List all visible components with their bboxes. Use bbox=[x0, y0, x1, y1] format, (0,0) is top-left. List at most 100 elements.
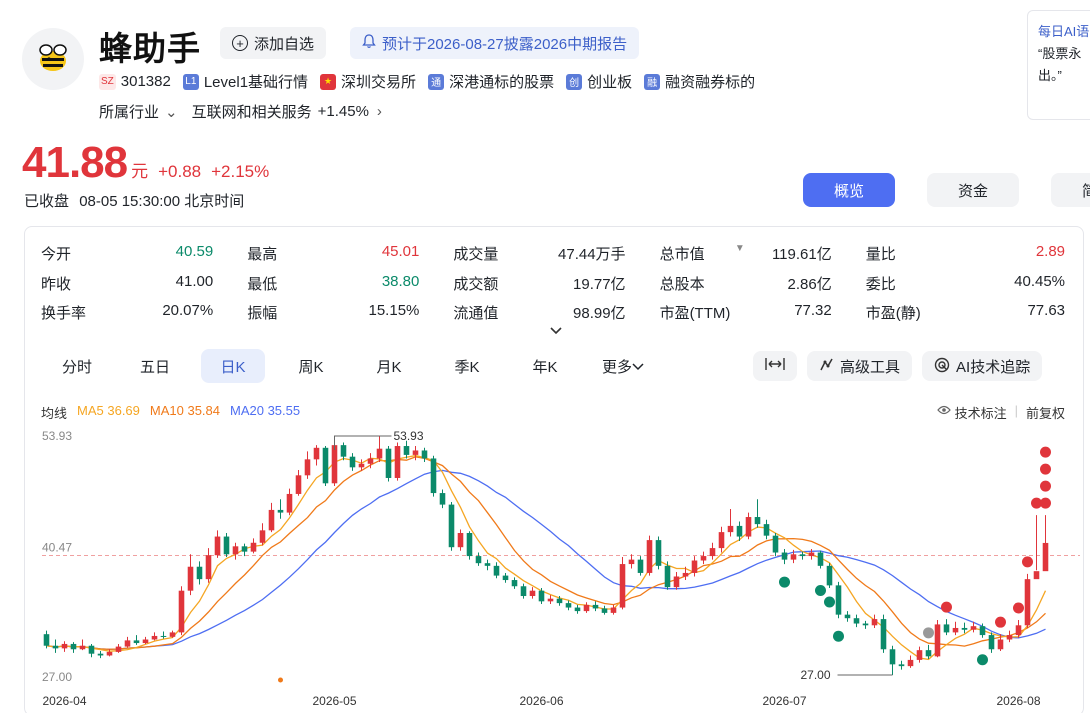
candle bbox=[583, 602, 590, 613]
candle-body bbox=[916, 650, 923, 660]
candle bbox=[1015, 619, 1022, 638]
candle bbox=[817, 550, 824, 569]
candle bbox=[277, 499, 284, 519]
candle-body bbox=[844, 614, 851, 619]
candle-body bbox=[754, 517, 761, 525]
candle-body bbox=[268, 509, 275, 531]
candle-body bbox=[691, 560, 698, 573]
candle-body bbox=[394, 446, 401, 478]
candle bbox=[592, 601, 599, 612]
candle-body bbox=[736, 525, 743, 537]
candle bbox=[727, 509, 734, 537]
signal-dot bbox=[1040, 497, 1051, 509]
candle bbox=[115, 643, 122, 653]
candle bbox=[1024, 573, 1031, 628]
candle bbox=[466, 531, 473, 560]
candle bbox=[700, 551, 707, 565]
candle-body bbox=[538, 590, 545, 602]
candle-body bbox=[988, 635, 995, 650]
candle-body bbox=[187, 566, 194, 591]
candle bbox=[97, 651, 104, 659]
candle bbox=[835, 581, 842, 619]
candle-body bbox=[367, 458, 374, 464]
candle bbox=[844, 611, 851, 622]
candle-body bbox=[871, 619, 878, 626]
x-tick-label: 2026-08 bbox=[996, 694, 1040, 708]
candle-body bbox=[763, 524, 770, 536]
candle bbox=[124, 636, 131, 648]
y-tick-label: 53.93 bbox=[42, 429, 72, 443]
candle bbox=[1042, 515, 1049, 572]
candle-body bbox=[619, 564, 626, 608]
candle-body bbox=[979, 626, 986, 636]
candle-body bbox=[214, 536, 221, 556]
candle bbox=[916, 646, 923, 663]
candle bbox=[223, 533, 230, 557]
candle bbox=[754, 499, 761, 528]
candle-body bbox=[1006, 635, 1013, 640]
candle-body bbox=[1033, 571, 1040, 580]
candle bbox=[457, 529, 464, 551]
high-price-label: 53.93 bbox=[394, 429, 424, 443]
candle-body bbox=[943, 624, 950, 633]
candle-body bbox=[232, 546, 239, 555]
candle bbox=[70, 642, 77, 653]
signal-dot bbox=[815, 585, 826, 597]
candle bbox=[718, 526, 725, 553]
candle bbox=[709, 542, 716, 560]
candle-body bbox=[70, 643, 77, 650]
candle bbox=[52, 639, 59, 653]
candle bbox=[889, 645, 896, 675]
candle-body bbox=[682, 572, 689, 577]
candle-body bbox=[664, 565, 671, 588]
candle bbox=[493, 562, 500, 579]
candle bbox=[475, 552, 482, 566]
signal-dot bbox=[941, 601, 952, 613]
candle bbox=[574, 604, 581, 614]
candle-body bbox=[898, 664, 905, 667]
candle-body bbox=[502, 575, 509, 581]
candle-body bbox=[808, 552, 815, 557]
signal-dot bbox=[1040, 480, 1051, 492]
candle bbox=[961, 622, 968, 634]
candle-body bbox=[574, 607, 581, 612]
candle bbox=[745, 512, 752, 540]
candle-body bbox=[628, 559, 635, 565]
candle-body bbox=[997, 639, 1004, 650]
candle bbox=[601, 605, 608, 615]
candle bbox=[205, 548, 212, 583]
candle bbox=[1006, 630, 1013, 643]
signal-dot bbox=[977, 654, 988, 666]
candle bbox=[313, 445, 320, 466]
candle-body bbox=[907, 659, 914, 667]
candle bbox=[394, 442, 401, 481]
candle bbox=[79, 639, 86, 651]
candle bbox=[349, 453, 356, 471]
candle-body bbox=[376, 448, 383, 459]
candle bbox=[295, 469, 302, 496]
candle-body bbox=[880, 619, 887, 650]
candle bbox=[547, 595, 554, 605]
candle-body bbox=[718, 532, 725, 549]
candle bbox=[268, 502, 275, 533]
candle bbox=[385, 446, 392, 482]
candle bbox=[133, 635, 140, 645]
candle bbox=[250, 538, 257, 554]
candle bbox=[898, 660, 905, 670]
candle-body bbox=[457, 533, 464, 548]
candle-body bbox=[295, 475, 302, 494]
candle bbox=[430, 455, 437, 497]
candle-body bbox=[970, 626, 977, 630]
candle-body bbox=[313, 447, 320, 460]
candle bbox=[484, 559, 491, 571]
candle bbox=[376, 436, 383, 463]
candle-body bbox=[277, 509, 284, 513]
candle-body bbox=[466, 533, 473, 557]
candle-body bbox=[421, 450, 428, 459]
candle-body bbox=[349, 456, 356, 468]
candle-body bbox=[322, 447, 329, 484]
candle-body bbox=[259, 530, 266, 543]
candle bbox=[1033, 515, 1040, 580]
kline-chart[interactable]: 53.93 40.47 27.00 53.93 27.00 2026-04 2026-05 2… bbox=[0, 0, 1090, 713]
candle-body bbox=[511, 580, 518, 587]
